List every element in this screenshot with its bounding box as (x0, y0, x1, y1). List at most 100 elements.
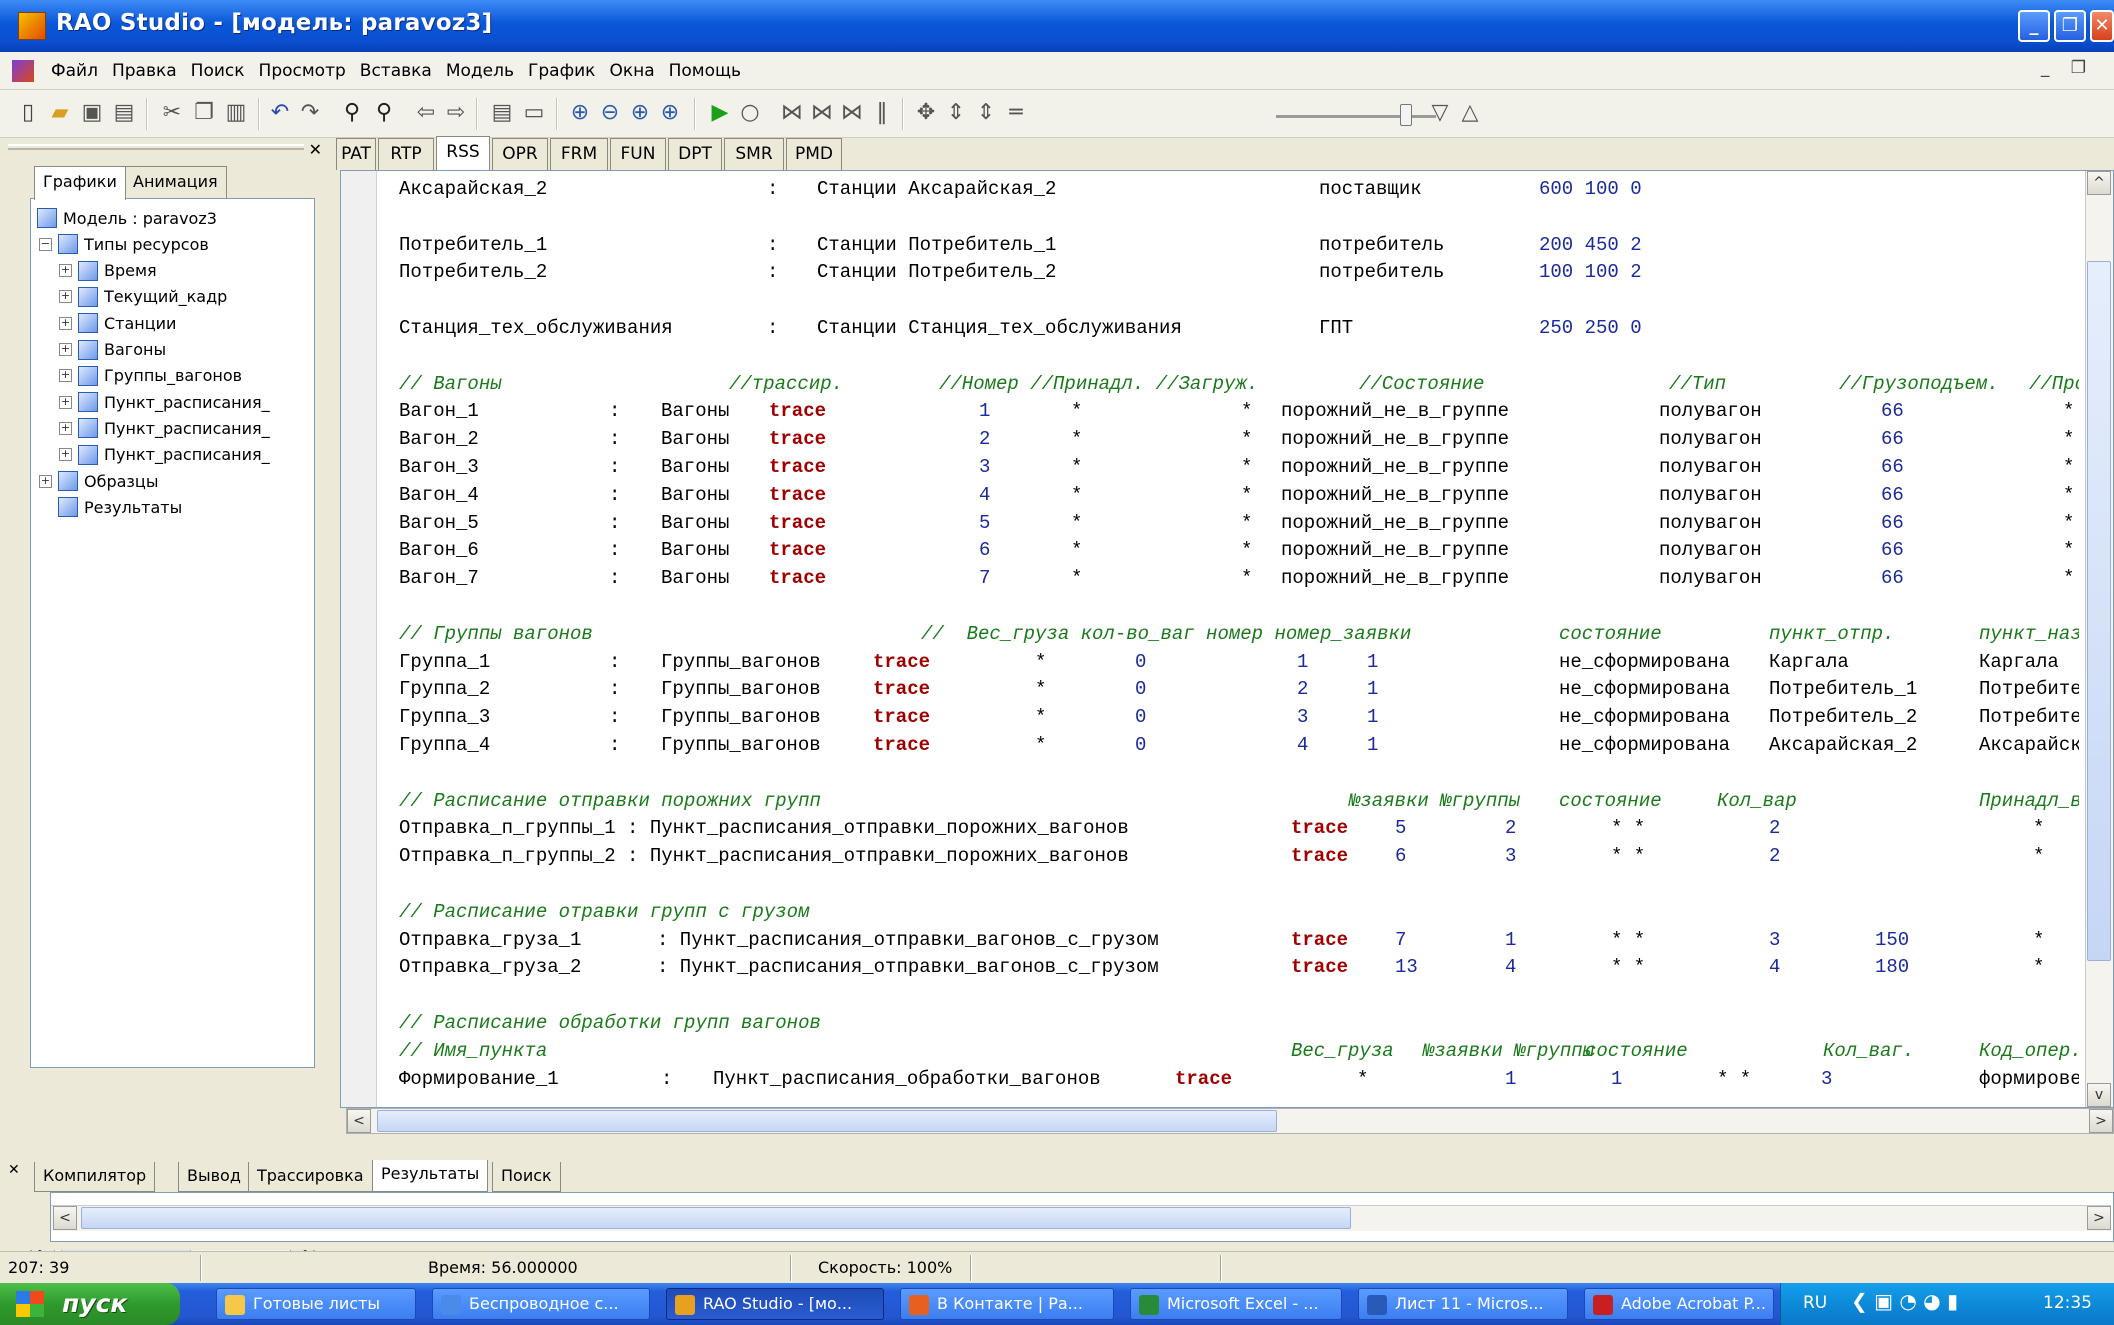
taskbar-task[interactable]: Готовые листы (216, 1288, 416, 1320)
run-icon[interactable]: ▶ (706, 99, 734, 127)
back-icon[interactable]: ⇦ (412, 99, 440, 127)
tree-node[interactable]: Модель : paravoz3 (37, 205, 217, 231)
scroll-up-icon[interactable]: ^ (2087, 171, 2111, 195)
menu-item[interactable]: Вставка (353, 61, 439, 81)
scroll-right-icon[interactable]: > (2089, 1109, 2113, 1133)
code-editor[interactable]: Аксарайская_2: Станции Аксарайская_2 поста… (340, 170, 2114, 1108)
menu-item[interactable]: Просмотр (252, 61, 353, 81)
tab-graphs[interactable]: Графики (34, 166, 126, 200)
up-icon[interactable]: △ (1456, 99, 1484, 127)
tab-pmd[interactable]: PMD (786, 138, 842, 170)
taskbar-task[interactable]: Беспроводное с... (432, 1288, 650, 1320)
undo-icon[interactable]: ↶ (266, 99, 294, 127)
new-file-icon[interactable]: ▯ (14, 99, 42, 127)
output-tab[interactable]: Вывод (178, 1162, 250, 1192)
expand-toggle-icon[interactable]: + (39, 474, 52, 488)
expand-toggle-icon[interactable]: + (59, 316, 72, 330)
tree-node[interactable]: + Пункт_расписания_ (59, 415, 270, 441)
menu-item[interactable]: Помощь (662, 61, 748, 81)
close-panel-icon[interactable]: ✕ (309, 140, 322, 159)
maximize-button[interactable]: ❐ (2054, 10, 2086, 42)
code-area[interactable]: Аксарайская_2: Станции Аксарайская_2 поста… (399, 175, 2079, 1103)
step-icon[interactable]: ⋈ (778, 99, 806, 127)
save-icon[interactable]: ▣ (78, 99, 106, 127)
tab-animation[interactable]: Анимация (124, 166, 227, 198)
menu-item[interactable]: Поиск (184, 61, 252, 81)
scroll-left-icon[interactable]: < (347, 1109, 371, 1133)
tab-frm[interactable]: FRM (550, 138, 608, 170)
tree-node[interactable]: − Типы ресурсов (39, 231, 209, 257)
scroll-down-icon[interactable]: v (2087, 1083, 2111, 1107)
language-indicator[interactable]: RU (1803, 1293, 1827, 1313)
tree-node[interactable]: + Группы_вагонов (59, 363, 242, 389)
expand-toggle-icon[interactable]: + (59, 395, 72, 409)
tab-rss[interactable]: RSS (436, 136, 490, 170)
scroll-left-icon[interactable]: < (53, 1206, 77, 1230)
zoom-reset-icon[interactable]: ⊕ (656, 99, 684, 127)
redo-icon[interactable]: ↷ (296, 99, 324, 127)
expand-toggle-icon[interactable]: + (59, 290, 72, 304)
editor-vertical-scrollbar[interactable]: ^ v (2085, 171, 2113, 1107)
expand-toggle-icon[interactable]: + (59, 264, 72, 278)
expand-toggle-icon[interactable]: + (59, 369, 72, 383)
taskbar-task[interactable]: Adobe Acrobat P... (1584, 1288, 1774, 1320)
toggle-panel-icon[interactable]: ▤ (488, 99, 516, 127)
taskbar-task[interactable]: Лист 11 - Micros... (1358, 1288, 1568, 1320)
start-button[interactable]: пуск (0, 1283, 180, 1325)
cut-icon[interactable]: ✂ (158, 99, 186, 127)
output-tab[interactable]: Трассировка (248, 1162, 373, 1192)
tree-node[interactable]: Результаты (39, 494, 182, 520)
zoom-out-icon[interactable]: ⊖ (596, 99, 624, 127)
expand-toggle-icon[interactable]: + (59, 448, 72, 462)
mdi-controls[interactable]: _ ❐ (2041, 58, 2094, 78)
doc-icon[interactable] (12, 60, 34, 82)
forward-icon[interactable]: ⇨ (442, 99, 470, 127)
speed-slider-thumb[interactable] (1400, 104, 1412, 126)
output-area[interactable]: < > (50, 1192, 2114, 1242)
expand-toggle-icon[interactable]: − (39, 237, 52, 251)
zoom-in-icon[interactable]: ⊕ (566, 99, 594, 127)
menu-item[interactable]: Файл (44, 61, 105, 81)
expand-toggle-icon[interactable]: + (59, 343, 72, 356)
tree-node[interactable]: + Образцы (39, 468, 158, 494)
speed-slider-track[interactable] (1276, 115, 1436, 118)
down-icon[interactable]: ▽ (1426, 99, 1454, 127)
menu-item[interactable]: Модель (439, 61, 521, 81)
output-horizontal-scrollbar[interactable]: < > (51, 1205, 2111, 1231)
save-all-icon[interactable]: ▤ (110, 99, 138, 127)
tree-node[interactable]: + Пункт_расписания_ (59, 442, 270, 468)
tray-icons[interactable]: ❮ ▣ ◔ ◕ ▮ (1851, 1289, 1958, 1313)
minimize-button[interactable]: _ (2018, 10, 2050, 42)
close-output-icon[interactable]: ✕ (8, 1162, 20, 1178)
editor-horizontal-scrollbar[interactable]: < > (346, 1108, 2114, 1134)
tab-rtp[interactable]: RTP (378, 138, 434, 170)
stop-icon[interactable]: ○ (736, 99, 764, 127)
zoom-fit-icon[interactable]: ⊕ (626, 99, 654, 127)
scroll-thumb[interactable] (81, 1207, 1351, 1229)
copy-icon[interactable]: ❐ (190, 99, 218, 127)
title-bar[interactable]: RAO Studio - [модель: paravoz3] _ ❐ ✕ (0, 0, 2114, 52)
tab-pat[interactable]: PAT (336, 138, 376, 170)
close-button[interactable]: ✕ (2090, 10, 2114, 42)
open-folder-icon[interactable]: ▰ (46, 99, 74, 127)
tree-node[interactable]: + Пункт_расписания_ (59, 389, 270, 415)
find-icon[interactable]: ⚲ (338, 99, 366, 127)
paste-icon[interactable]: ▥ (222, 99, 250, 127)
tree-node[interactable]: + Станции (59, 310, 176, 336)
scroll-right-icon[interactable]: > (2087, 1206, 2111, 1230)
menu-item[interactable]: Окна (602, 61, 661, 81)
menu-item[interactable]: График (521, 61, 602, 81)
taskbar-task[interactable]: В Контакте | Ра... (900, 1288, 1114, 1320)
scroll-thumb[interactable] (377, 1110, 1277, 1132)
scroll-thumb[interactable] (2087, 261, 2111, 961)
output-tab[interactable]: Результаты (372, 1160, 489, 1192)
tree-node[interactable]: + Текущий_кадр (59, 284, 227, 310)
collapse-icon[interactable]: ⇕ (972, 99, 1000, 127)
tab-opr[interactable]: OPR (492, 138, 548, 170)
pause-icon[interactable]: ‖ (868, 99, 896, 127)
step-back-icon[interactable]: ⋈ (808, 99, 836, 127)
taskbar-task[interactable]: Microsoft Excel - ... (1130, 1288, 1342, 1320)
tab-dpt[interactable]: DPT (668, 138, 722, 170)
toggle-output-icon[interactable]: ▭ (520, 99, 548, 127)
find-next-icon[interactable]: ⚲ (370, 99, 398, 127)
